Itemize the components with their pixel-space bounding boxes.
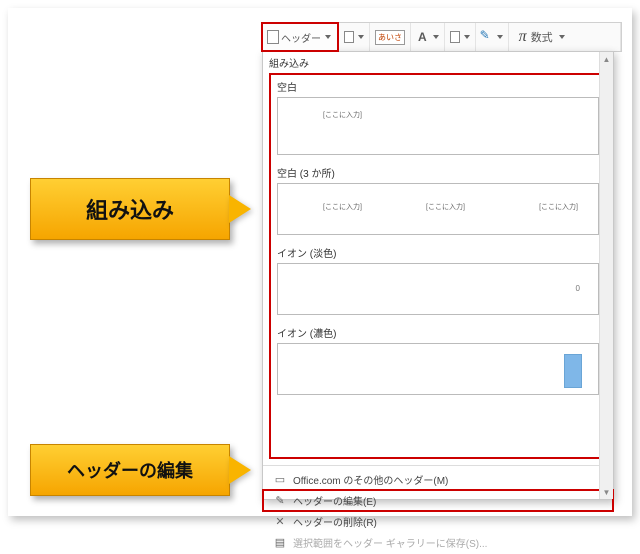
menu-save-selection: ▤ 選択範囲をヘッダー ギャラリーに保存(S)... — [263, 532, 613, 553]
gallery-preview: [ここに入力] [ここに入力] [ここに入力] — [277, 183, 599, 235]
gallery-item-blank[interactable]: 空白 [ここに入力] — [277, 79, 599, 155]
gallery-item-label: 空白 (3 か所) — [277, 165, 599, 180]
gallery-item-label: イオン (淡色) — [277, 245, 599, 260]
scroll-down-icon[interactable]: ▼ — [600, 485, 613, 499]
header-dropdown-button[interactable]: ヘッダー — [261, 22, 339, 52]
signature-button[interactable] — [476, 23, 509, 51]
placeholder-text: [ここに入力] — [323, 202, 362, 212]
chevron-down-icon — [497, 35, 503, 39]
callout-edit-header: ヘッダーの編集 — [30, 444, 230, 496]
menu-more-office[interactable]: ▭ Office.com のその他のヘッダー(M) — [263, 469, 613, 490]
gallery-section-title: 組み込み — [263, 52, 613, 73]
menu-remove-header[interactable]: ✕ ヘッダーの削除(R) — [263, 511, 613, 532]
preview-value: 0 — [576, 284, 580, 293]
office-icon: ▭ — [273, 473, 287, 487]
ribbon-toolbar: ヘッダー あいさ A π 数式 — [262, 22, 622, 52]
pi-icon: π — [517, 28, 529, 46]
menu-edit-header[interactable]: ✎ ヘッダーの編集(E) — [263, 490, 613, 511]
chevron-down-icon — [464, 35, 470, 39]
remove-icon: ✕ — [273, 515, 287, 529]
gallery-preview — [277, 343, 599, 395]
equation-button[interactable]: π 数式 — [509, 23, 621, 51]
gallery-item-ion-dark[interactable]: イオン (濃色) — [277, 325, 599, 395]
chevron-down-icon — [325, 35, 331, 39]
callout-arrow-icon — [229, 195, 251, 223]
gallery-list: 空白 [ここに入力] 空白 (3 か所) [ここに入力] [ここに入力] [ここ… — [269, 73, 607, 459]
menu-label: Office.com のその他のヘッダー(M) — [293, 472, 448, 487]
chevron-down-icon — [559, 35, 565, 39]
gallery-item-ion-light[interactable]: イオン (淡色) 0 — [277, 245, 599, 315]
color-swatch — [564, 354, 582, 388]
page-icon — [267, 30, 279, 44]
callout-arrow-icon — [229, 456, 251, 484]
pen-icon — [481, 31, 493, 43]
placeholder-text: [ここに入力] — [323, 110, 362, 120]
gallery-preview: 0 — [277, 263, 599, 315]
header-gallery-dropdown: 組み込み 空白 [ここに入力] 空白 (3 か所) [ここに入力] [ここに入力… — [262, 51, 614, 500]
quickparts-button[interactable] — [445, 23, 476, 51]
callout-label: ヘッダーの編集 — [67, 457, 193, 483]
dropdown-scrollbar[interactable]: ▲ ▼ — [599, 52, 613, 499]
save-icon: ▤ — [273, 536, 287, 550]
placeholder-text: [ここに入力] — [539, 202, 578, 212]
edit-icon: ✎ — [273, 494, 287, 508]
greeting-label: あいさ — [375, 30, 405, 45]
gallery-preview: [ここに入力] — [277, 97, 599, 155]
dropdown-commands: ▭ Office.com のその他のヘッダー(M) ✎ ヘッダーの編集(E) ✕… — [263, 468, 613, 554]
page-icon — [450, 31, 460, 43]
chevron-down-icon — [358, 35, 364, 39]
menu-label: 選択範囲をヘッダー ギャラリーに保存(S)... — [293, 535, 487, 550]
callout-label: 組み込み — [86, 193, 174, 225]
menu-label: ヘッダーの削除(R) — [293, 514, 377, 529]
menu-label: ヘッダーの編集(E) — [293, 493, 376, 508]
textbox-button[interactable]: A — [411, 23, 445, 51]
app-window: ヘッダー あいさ A π 数式 組み込み — [8, 8, 632, 516]
placeholder-text: [ここに入力] — [426, 202, 465, 212]
header-button-label: ヘッダー — [281, 30, 321, 45]
gallery-item-label: イオン (濃色) — [277, 325, 599, 340]
gallery-item-label: 空白 — [277, 79, 599, 94]
equation-label: 数式 — [531, 29, 553, 45]
page-icon — [344, 31, 354, 43]
greeting-button[interactable]: あいさ — [370, 23, 411, 51]
menu-separator — [263, 465, 613, 466]
chevron-down-icon — [433, 35, 439, 39]
gallery-item-blank-3[interactable]: 空白 (3 か所) [ここに入力] [ここに入力] [ここに入力] — [277, 165, 599, 235]
letter-a-icon: A — [416, 30, 429, 44]
scroll-up-icon[interactable]: ▲ — [600, 52, 613, 66]
callout-builtin: 組み込み — [30, 178, 230, 240]
page-split-button[interactable] — [339, 23, 370, 51]
